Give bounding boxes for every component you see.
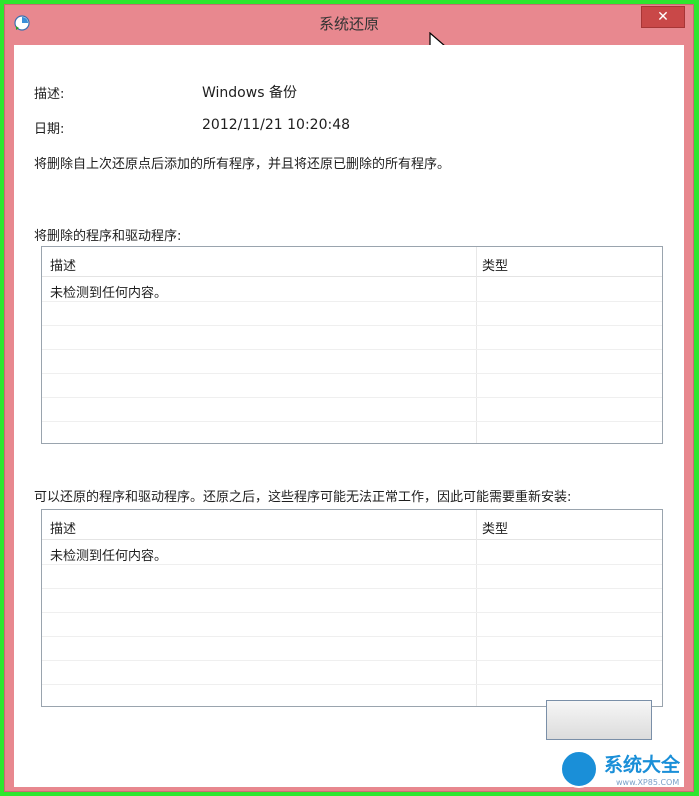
list-header: 描述 类型 xyxy=(42,510,662,540)
column-header-description[interactable]: 描述 xyxy=(50,518,76,537)
list-row-empty xyxy=(42,350,662,374)
list-row-empty xyxy=(42,302,662,326)
summary-text: 将删除自上次还原点后添加的所有程序，并且将还原已删除的所有程序。 xyxy=(34,157,451,172)
list-item-text: 未检测到任何内容。 xyxy=(50,549,168,564)
list-row-empty xyxy=(42,398,662,422)
close-button[interactable]: ✕ xyxy=(641,6,685,28)
list-row-empty xyxy=(42,613,662,637)
restore-section-label: 可以还原的程序和驱动程序。还原之后，这些程序可能无法正常工作，因此可能需要重新安… xyxy=(34,490,572,505)
list-header: 描述 类型 xyxy=(42,247,662,277)
watermark-url: www.XP85.COM xyxy=(616,778,680,787)
action-button[interactable] xyxy=(546,700,652,740)
list-row-empty xyxy=(42,637,662,661)
list-row-empty xyxy=(42,661,662,685)
description-label: 描述: xyxy=(34,87,65,102)
list-item: 未检测到任何内容。 xyxy=(42,541,662,565)
list-row-empty xyxy=(42,589,662,613)
close-icon: ✕ xyxy=(657,9,669,25)
window-title: 系统还原 xyxy=(318,15,379,33)
list-item-text: 未检测到任何内容。 xyxy=(50,286,168,301)
title-bar[interactable]: 系统还原 ✕ xyxy=(5,5,693,57)
dialog-content: 描述: Windows 备份 日期: 2012/11/21 10:20:48 将… xyxy=(14,45,684,787)
watermark-logo: 系统大全 www.XP85.COM xyxy=(556,746,696,794)
list-row-empty xyxy=(42,326,662,350)
list-row-empty xyxy=(42,565,662,589)
watermark-text: 系统大全 xyxy=(604,754,681,776)
column-header-type[interactable]: 类型 xyxy=(482,255,508,274)
restore-programs-list[interactable]: 描述 类型 未检测到任何内容。 xyxy=(41,509,663,707)
description-value: Windows 备份 xyxy=(202,85,297,101)
system-restore-window: 系统还原 ✕ 描述: Windows 备份 日期: 2012/11/21 10:… xyxy=(4,4,694,792)
list-row-empty xyxy=(42,374,662,398)
column-header-description[interactable]: 描述 xyxy=(50,255,76,274)
delete-programs-list[interactable]: 描述 类型 未检测到任何内容。 xyxy=(41,246,663,444)
list-item: 未检测到任何内容。 xyxy=(42,278,662,302)
delete-section-label: 将删除的程序和驱动程序: xyxy=(34,229,182,244)
date-label: 日期: xyxy=(34,122,65,137)
column-header-type[interactable]: 类型 xyxy=(482,518,508,537)
date-value: 2012/11/21 10:20:48 xyxy=(202,117,351,133)
watermark-logo-icon xyxy=(560,750,598,788)
